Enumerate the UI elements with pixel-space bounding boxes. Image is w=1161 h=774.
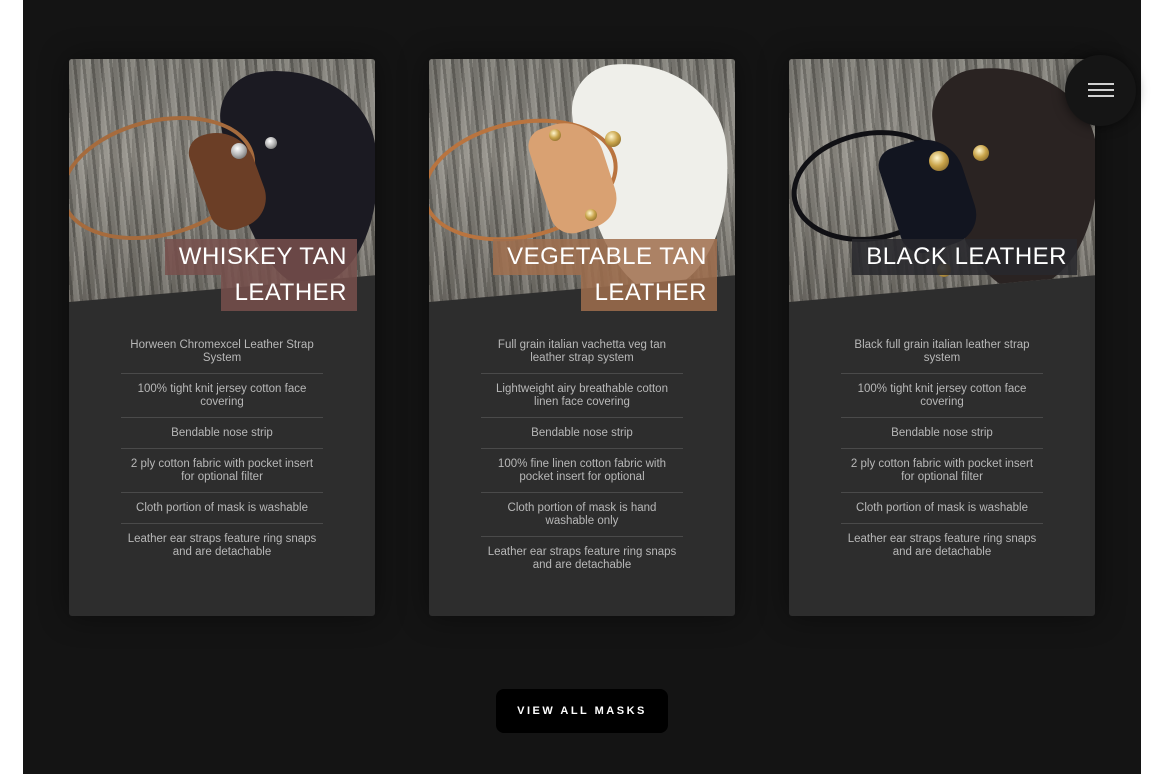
product-title-line: LEATHER [220,275,357,311]
feature-item: 100% tight knit jersey cotton face cover… [841,374,1043,418]
feature-item: Bendable nose strip [121,418,323,449]
feature-item: 2 ply cotton fabric with pocket insert f… [121,449,323,493]
feature-item: Black full grain italian leather strap s… [841,330,1043,374]
product-card-black-leather[interactable]: BLACK LEATHER Black full grain italian l… [789,59,1095,616]
product-title: VEGETABLE TAN LEATHER [493,239,717,311]
feature-item: 2 ply cotton fabric with pocket insert f… [841,449,1043,493]
feature-list: Black full grain italian leather strap s… [841,330,1043,567]
feature-item: Lightweight airy breathable cotton linen… [481,374,683,418]
product-title: BLACK LEATHER [852,239,1077,275]
feature-item: Bendable nose strip [481,418,683,449]
view-all-masks-button[interactable]: VIEW ALL MASKS [496,689,668,733]
feature-item: Bendable nose strip [841,418,1043,449]
product-title-line: VEGETABLE TAN [493,239,717,275]
feature-list: Horween Chromexcel Leather Strap System … [121,330,323,567]
product-title-line: WHISKEY TAN [164,239,357,275]
feature-item: Full grain italian vachetta veg tan leat… [481,330,683,374]
feature-item: Cloth portion of mask is washable [841,493,1043,524]
feature-item: 100% fine linen cotton fabric with pocke… [481,449,683,493]
feature-item: Leather ear straps feature ring snaps an… [847,533,1037,558]
product-title-line: LEATHER [580,275,717,311]
product-card-whiskey-tan[interactable]: WHISKEY TAN LEATHER Horween Chromexcel L… [69,59,375,616]
product-title: WHISKEY TAN LEATHER [164,239,357,311]
feature-item: Cloth portion of mask is hand washable o… [481,493,683,537]
product-section: WHISKEY TAN LEATHER Horween Chromexcel L… [23,0,1141,774]
feature-list: Full grain italian vachetta veg tan leat… [481,330,683,580]
feature-item: Cloth portion of mask is washable [121,493,323,524]
feature-item: Horween Chromexcel Leather Strap System [121,330,323,374]
product-title-line: BLACK LEATHER [852,239,1077,275]
product-card-vegetable-tan[interactable]: VEGETABLE TAN LEATHER Full grain italian… [429,59,735,616]
feature-item: 100% tight knit jersey cotton face cover… [121,374,323,418]
feature-item: Leather ear straps feature ring snaps an… [127,533,317,558]
menu-button[interactable] [1065,55,1136,126]
feature-item: Leather ear straps feature ring snaps an… [487,546,677,571]
